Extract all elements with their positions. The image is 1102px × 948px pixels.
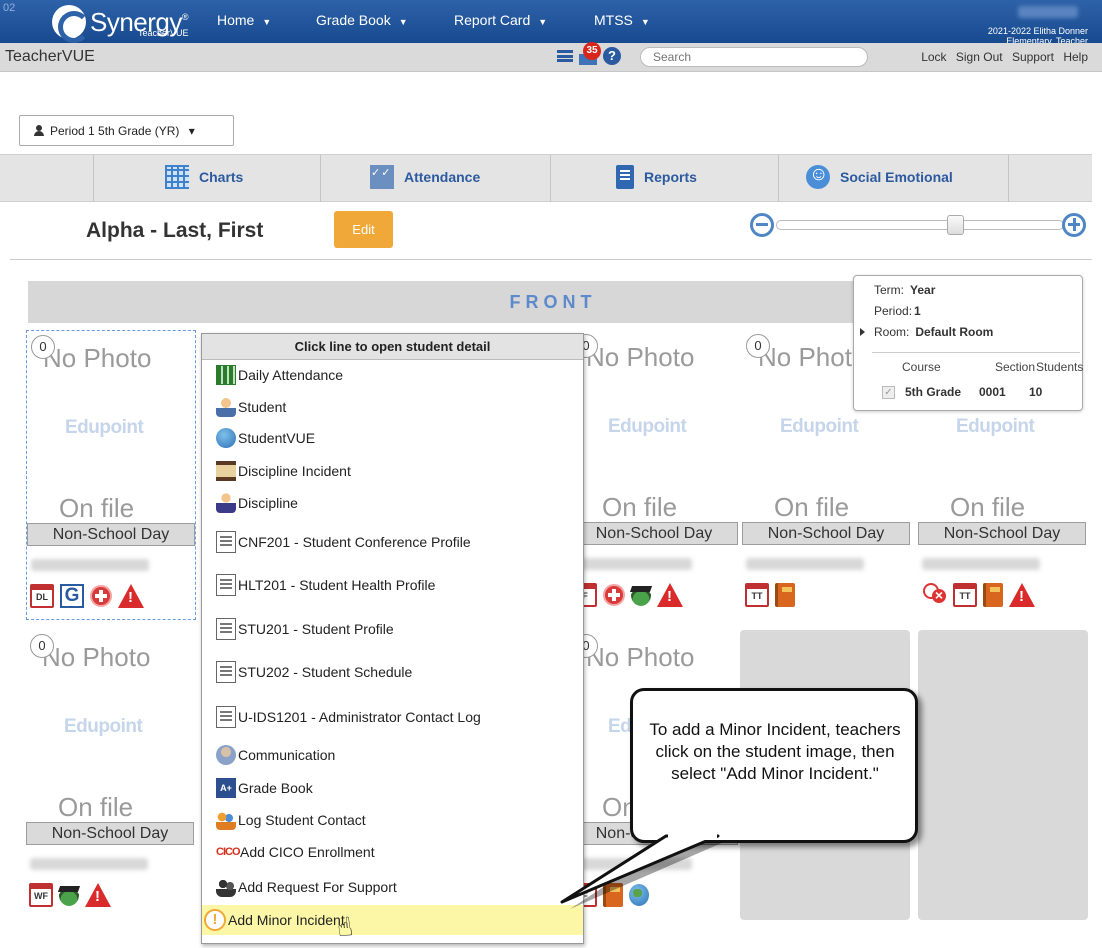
callout-pointer [560,830,724,909]
